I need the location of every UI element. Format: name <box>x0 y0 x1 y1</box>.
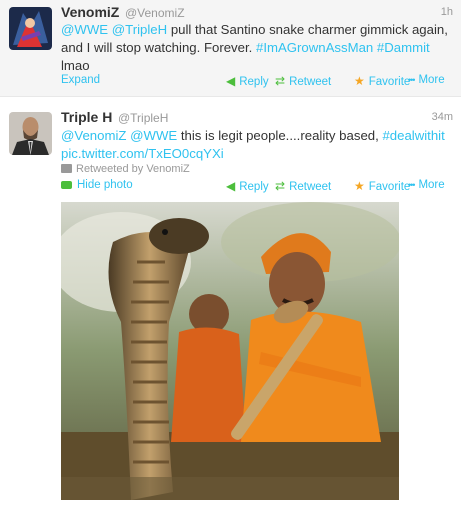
star-icon: ★ <box>354 74 365 88</box>
avatar-venomiz[interactable] <box>9 7 52 50</box>
favorite-label: Favorite <box>368 76 411 88</box>
retweet-button[interactable]: ⇄ Retweet <box>275 179 331 193</box>
tweet-photo[interactable] <box>61 202 399 500</box>
retweet-icon: ⇄ <box>275 74 286 88</box>
text-segment: lmao <box>61 58 90 73</box>
retweet-button[interactable]: ⇄ Retweet <box>275 74 331 88</box>
mention-link[interactable]: @VenomiZ <box>61 128 126 143</box>
more-button[interactable]: ••• More <box>408 179 445 191</box>
favorite-button[interactable]: ★ Favorite <box>354 179 410 193</box>
more-dots-icon: ••• <box>408 75 416 85</box>
mention-link[interactable]: @WWE <box>130 128 177 143</box>
tweet-header: Triple H @TripleH 34m <box>61 109 453 127</box>
timestamp[interactable]: 34m <box>432 111 453 123</box>
reply-arrow-icon: ◀ <box>226 179 236 193</box>
mention-link[interactable]: @TripleH <box>112 22 167 37</box>
tweet-header: VenomiZ @VenomiZ 1h <box>61 4 453 22</box>
timestamp[interactable]: 1h <box>441 6 453 18</box>
more-label: More <box>418 179 445 191</box>
star-icon: ★ <box>354 179 365 193</box>
reply-label: Reply <box>239 181 269 193</box>
hashtag-link[interactable]: #dealwithit <box>382 128 444 143</box>
hide-photo-link[interactable]: Hide photo <box>61 179 133 191</box>
avatar-tripleh[interactable] <box>9 112 52 155</box>
reply-button[interactable]: ◀ Reply <box>226 179 269 193</box>
more-button[interactable]: ••• More <box>408 74 445 86</box>
mention-link[interactable]: pic.twitter.com/TxEO0cqYXi <box>61 146 224 161</box>
reply-button[interactable]: ◀ Reply <box>226 74 269 88</box>
fullname[interactable]: VenomiZ <box>61 4 119 20</box>
retweet-label: Retweet <box>289 181 332 193</box>
tweet-text: @VenomiZ @WWE this is legit people....re… <box>61 127 451 163</box>
retweeted-by: Retweeted by VenomiZ <box>61 163 190 175</box>
hashtag-link[interactable]: #ImAGrownAssMan <box>256 40 373 55</box>
reply-arrow-icon: ◀ <box>226 74 236 88</box>
retweeted-by-label: Retweeted by VenomiZ <box>76 163 190 175</box>
reply-label: Reply <box>239 76 269 88</box>
tweet-actions: Hide photo ◀ Reply ⇄ Retweet ★ Favorite •••… <box>61 179 451 193</box>
text-segment: this is legit people....reality based, <box>177 128 383 143</box>
screen-name[interactable]: @VenomiZ <box>125 6 185 20</box>
expand-link[interactable]: Expand <box>61 74 100 86</box>
retweeted-icon <box>61 164 72 173</box>
hide-photo-label: Hide photo <box>77 179 133 191</box>
photo-icon <box>61 181 72 189</box>
tweet-text: @WWE @TripleH pull that Santino snake ch… <box>61 21 451 75</box>
mention-link[interactable]: @WWE <box>61 22 108 37</box>
tweet-actions: Expand ◀ Reply ⇄ Retweet ★ Favorite ••• More <box>61 74 451 88</box>
more-dots-icon: ••• <box>408 180 416 190</box>
more-label: More <box>418 74 445 86</box>
retweet-icon: ⇄ <box>275 179 286 193</box>
hashtag-link[interactable]: #Dammit <box>377 40 430 55</box>
favorite-label: Favorite <box>368 181 411 193</box>
fullname[interactable]: Triple H <box>61 109 112 125</box>
tweet-venomiz[interactable]: VenomiZ @VenomiZ 1h @WWE @TripleH pull t… <box>0 0 461 97</box>
screen-name[interactable]: @TripleH <box>118 111 168 125</box>
retweet-label: Retweet <box>289 76 332 88</box>
tweet-tripleh[interactable]: Triple H @TripleH 34m @VenomiZ @WWE this… <box>0 100 461 513</box>
favorite-button[interactable]: ★ Favorite <box>354 74 410 88</box>
